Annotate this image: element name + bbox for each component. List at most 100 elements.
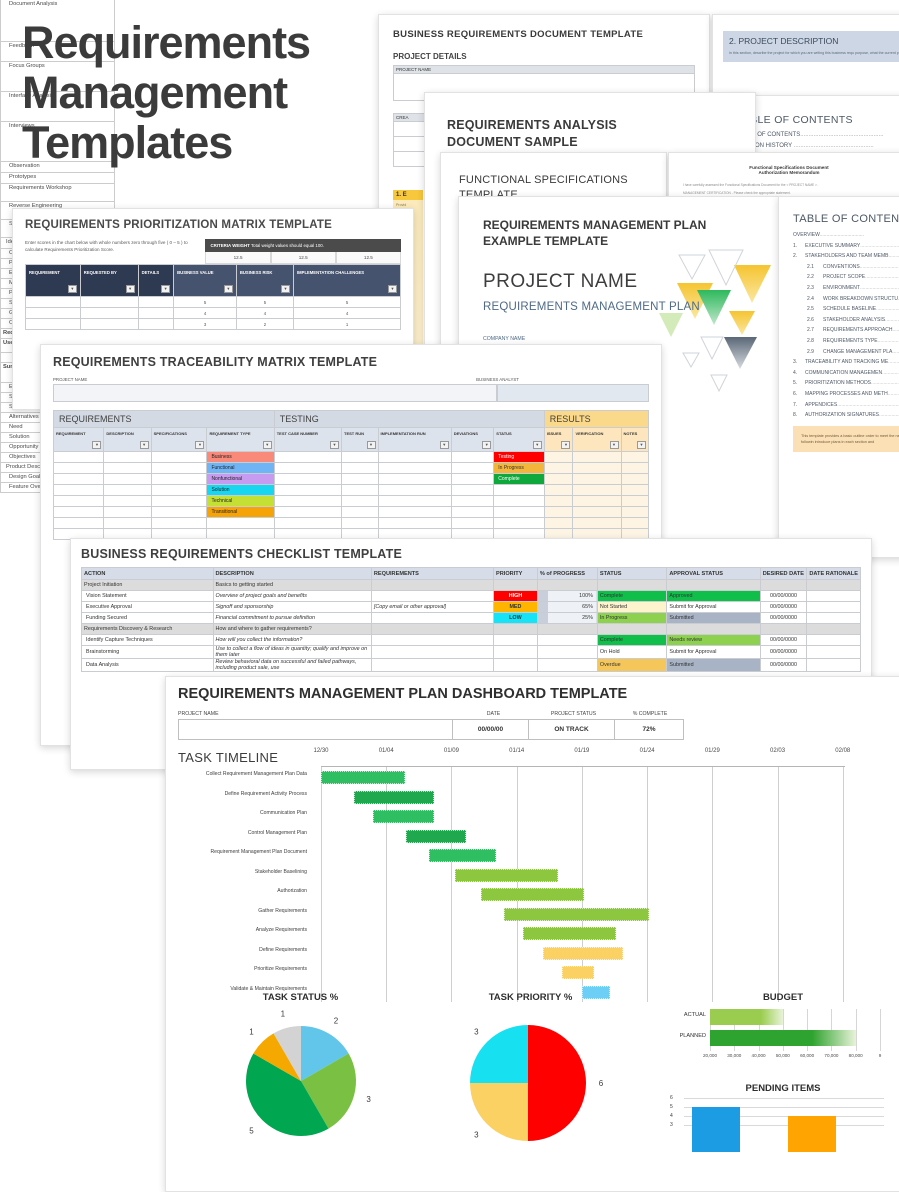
desired-date[interactable]: 00/00/0000: [759, 645, 808, 659]
toc-large-item[interactable]: 2.2 PROJECT SCOPE .......................…: [793, 274, 899, 280]
approval-status-badge[interactable]: Submitted: [666, 658, 761, 672]
desired-date[interactable]: 00/00/0000: [759, 634, 808, 646]
rtm-cell[interactable]: [620, 517, 649, 529]
rtm-cell[interactable]: [52, 506, 105, 518]
rtm-cell[interactable]: [103, 462, 152, 474]
rtm-cell[interactable]: [52, 451, 105, 463]
table-row[interactable]: Nonfunctional Complete: [52, 473, 649, 485]
rtm-cell[interactable]: [450, 495, 495, 507]
table-row[interactable]: 444: [25, 307, 401, 319]
rtm-cell[interactable]: [273, 517, 343, 529]
table-row[interactable]: Technical: [52, 495, 649, 507]
rtm-cell[interactable]: [620, 484, 649, 496]
rtm-cell[interactable]: [572, 484, 622, 496]
budget-bar[interactable]: [710, 1009, 783, 1025]
rtm-cell[interactable]: [377, 451, 452, 463]
filter-dropdown-icon[interactable]: ▼: [161, 285, 171, 293]
gantt-bar[interactable]: [480, 888, 584, 901]
rtm-cell[interactable]: [493, 506, 545, 518]
rpm-cell[interactable]: [25, 318, 81, 330]
table-row[interactable]: Business Testing: [52, 451, 649, 463]
approval-status-badge[interactable]: Submit for Approval: [666, 601, 761, 613]
filter-dropdown-icon[interactable]: ▼: [223, 285, 233, 293]
rtm-cell[interactable]: [572, 451, 622, 463]
filter-dropdown-icon[interactable]: ▼: [561, 441, 571, 449]
desired-date[interactable]: 00/00/0000: [759, 612, 808, 624]
rtm-cell[interactable]: [543, 484, 574, 496]
toc-large-item[interactable]: 5. PRIORITIZATION METHODS ...............…: [793, 380, 899, 386]
checklist-requirements[interactable]: [370, 612, 495, 624]
table-row[interactable]: Data Analysis Review behavioral data on s…: [81, 658, 861, 672]
rtm-cell[interactable]: [450, 462, 495, 474]
rtm-cell[interactable]: [450, 473, 495, 485]
toc-large-item[interactable]: 2.8 REQUIREMENTS TYPE ...................…: [793, 338, 899, 344]
toc-large-item[interactable]: 2. STAKEHOLDERS AND TEAM MEMB ...........…: [793, 253, 899, 259]
rtm-column-header[interactable]: TEST RUN ▼: [341, 427, 379, 452]
date-rationale[interactable]: [806, 601, 861, 613]
priority-badge[interactable]: [493, 634, 538, 646]
status-badge[interactable]: Not Started: [596, 601, 668, 613]
priority-badge[interactable]: [493, 645, 538, 659]
toc-large-item[interactable]: 7. APPENDICES ...........................…: [793, 402, 899, 408]
rtm-column-header[interactable]: NOTES ▼: [620, 427, 649, 452]
gantt-bar[interactable]: [454, 868, 558, 882]
date-rationale[interactable]: [806, 645, 861, 659]
rtm-cell[interactable]: [341, 484, 379, 496]
table-row[interactable]: Funding Secured Financial commitment to p…: [81, 612, 861, 624]
rtm-cell[interactable]: [103, 473, 152, 485]
requirement-type-chip[interactable]: Functional: [206, 462, 275, 474]
table-row[interactable]: 321: [25, 318, 401, 330]
rtm-cell[interactable]: [543, 517, 574, 529]
rpm-cell[interactable]: [25, 296, 81, 308]
gantt-bar[interactable]: [353, 790, 434, 804]
checklist-requirements[interactable]: [370, 590, 495, 602]
checklist-column-header[interactable]: REQUIREMENTS: [370, 567, 495, 580]
filter-dropdown-icon[interactable]: ▼: [195, 441, 205, 449]
priority-badge[interactable]: [493, 658, 538, 672]
rpm-cell[interactable]: [25, 307, 81, 319]
status-badge[interactable]: Overdue: [596, 658, 668, 672]
checklist-requirements[interactable]: [370, 634, 495, 646]
checklist-column-header[interactable]: STATUS: [596, 567, 668, 580]
rtm-cell[interactable]: [377, 506, 452, 518]
rtm-cell[interactable]: [341, 517, 379, 529]
table-of-contents-large-card[interactable]: TABLE OF CONTENTS OVERVIEW..............…: [778, 196, 899, 558]
table-row[interactable]: 555: [25, 296, 401, 308]
gantt-bar[interactable]: [321, 771, 405, 784]
priority-badge[interactable]: HIGH: [493, 590, 538, 602]
rpm-cell[interactable]: [137, 296, 175, 308]
status-chip[interactable]: Complete: [493, 473, 545, 485]
table-row[interactable]: Requirements Discovery & Research How and…: [81, 623, 861, 635]
rtm-cell[interactable]: [572, 517, 622, 529]
rtm-cell[interactable]: [341, 495, 379, 507]
rtm-column-header[interactable]: VERIFICATION ▼: [572, 427, 622, 452]
rpm-cell[interactable]: [137, 318, 175, 330]
rtm-cell[interactable]: [341, 473, 379, 485]
rtm-column-header[interactable]: STATUS ▼: [493, 427, 545, 452]
dashboard-complete-value[interactable]: 72%: [615, 719, 684, 740]
toc-large-overview[interactable]: OVERVIEW................................: [793, 232, 899, 238]
pending-bar[interactable]: [788, 1116, 836, 1152]
rtm-cell[interactable]: [543, 473, 574, 485]
status-badge[interactable]: In Progress: [596, 612, 668, 624]
list-item[interactable]: Requirements Workshop: [0, 184, 115, 202]
rtm-cell[interactable]: [150, 517, 208, 529]
status-chip[interactable]: Testing: [493, 451, 545, 463]
rtm-cell[interactable]: [103, 451, 152, 463]
rtm-cell[interactable]: [620, 495, 649, 507]
gantt-bar[interactable]: [542, 946, 624, 960]
filter-dropdown-icon[interactable]: ▼: [262, 441, 272, 449]
gantt-bar[interactable]: [373, 810, 434, 823]
filter-dropdown-icon[interactable]: ▼: [67, 285, 77, 293]
table-row[interactable]: Identify Capture Techniques How will you …: [81, 634, 861, 646]
toc-large-item[interactable]: 1. EXECUTIVE SUMMARY ....................…: [793, 243, 899, 249]
checklist-action[interactable]: Identify Capture Techniques: [81, 634, 214, 646]
rtm-cell[interactable]: [273, 506, 343, 518]
rpm-column-header[interactable]: BUSINESS RISK ▼: [235, 264, 295, 297]
rtm-cell[interactable]: [377, 473, 452, 485]
checklist-action[interactable]: Executive Approval: [81, 601, 214, 613]
rpm-score-cell[interactable]: 5: [235, 296, 295, 308]
rpm-cell[interactable]: [79, 307, 139, 319]
approval-status-badge[interactable]: Needs review: [666, 634, 761, 646]
requirement-type-chip[interactable]: Technical: [206, 495, 275, 507]
